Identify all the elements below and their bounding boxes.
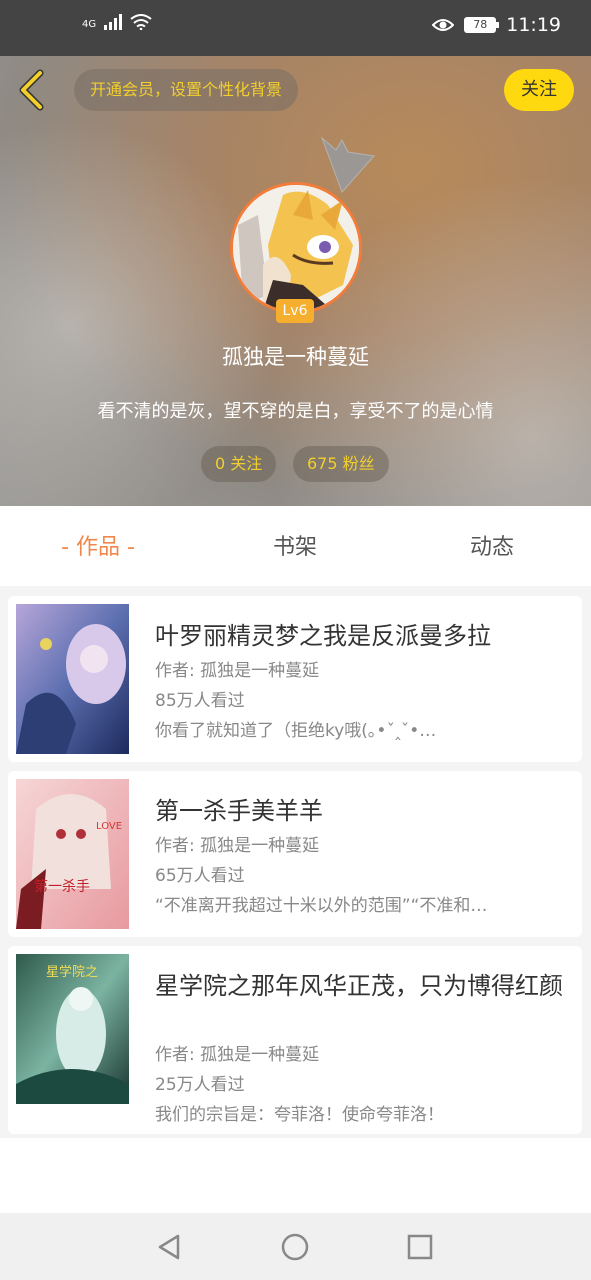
profile-bio: 看不清的是灰，望不穿的是白，享受不了的是心情: [97, 401, 494, 422]
fans-count[interactable]: 675 粉丝: [293, 446, 389, 482]
tab-works[interactable]: - 作品 -: [18, 506, 178, 586]
avatar-image: [233, 185, 359, 311]
book-description: 我们的宗旨是：夸菲洛！使命夸菲洛！: [155, 1105, 444, 1125]
profile-header: 开通会员，设置个性化背景 关注 Lv6 孤独是一种蔓延 看不清的是灰，望不穿的是…: [0, 56, 591, 506]
cover-image: 星学院之: [16, 954, 129, 1104]
book-card[interactable]: 星学院之 星学院之那年风华正茂，只为博得红颜 作者: 孤独是一种蔓延 25万人看…: [8, 946, 582, 1134]
book-views: 65万人看过: [155, 866, 245, 886]
status-bar: 4G 78 11:19: [0, 0, 591, 56]
network-type: 4G: [82, 19, 97, 30]
list-end-spacer: [0, 1138, 591, 1213]
book-views: 85万人看过: [155, 691, 245, 711]
book-card[interactable]: 叶罗丽精灵梦之我是反派曼多拉 作者: 孤独是一种蔓延 85万人看过 你看了就知道…: [8, 596, 582, 762]
avatar[interactable]: [230, 182, 362, 314]
book-author: 作者: 孤独是一种蔓延: [155, 1045, 320, 1065]
tab-bookshelf[interactable]: 书架: [215, 506, 375, 586]
book-description: 你看了就知道了（拒绝ky哦(｡•ˇ‸ˇ•…: [155, 721, 437, 741]
level-badge: Lv6: [276, 299, 314, 323]
book-cover[interactable]: 星学院之: [16, 954, 129, 1104]
home-circle-icon[interactable]: [281, 1233, 309, 1261]
battery-icon: 78: [464, 17, 500, 33]
vip-background-prompt[interactable]: 开通会员，设置个性化背景: [74, 69, 299, 111]
book-cover[interactable]: [16, 604, 129, 754]
follow-button[interactable]: 关注: [504, 69, 574, 111]
book-description: “不准离开我超过十米以外的范围”“不准和…: [155, 896, 488, 916]
book-views: 25万人看过: [155, 1075, 245, 1095]
wifi-icon: [130, 14, 152, 30]
eye-icon: [432, 19, 455, 31]
back-arrow-icon[interactable]: [14, 68, 54, 112]
cover-image: [16, 604, 129, 754]
svg-text:星学院之: 星学院之: [46, 964, 98, 980]
clock: 11:19: [506, 14, 561, 36]
svg-text:第一杀手: 第一杀手: [34, 878, 90, 895]
back-triangle-icon[interactable]: [156, 1233, 182, 1261]
cover-image: 第一杀手 LOVE: [16, 779, 129, 929]
profile-tabs: - 作品 - 书架 动态: [0, 506, 591, 586]
following-count[interactable]: 0 关注: [201, 446, 277, 482]
book-title: 第一杀手美羊羊: [155, 797, 323, 825]
book-title: 星学院之那年风华正茂，只为博得红颜: [155, 972, 563, 1000]
book-title: 叶罗丽精灵梦之我是反派曼多拉: [155, 622, 491, 650]
signal-icon: [104, 14, 123, 30]
book-author: 作者: 孤独是一种蔓延: [155, 836, 320, 856]
svg-text:LOVE: LOVE: [96, 821, 122, 832]
status-right: 78 11:19: [432, 14, 561, 36]
book-card[interactable]: 第一杀手 LOVE 第一杀手美羊羊 作者: 孤独是一种蔓延 65万人看过 “不准…: [8, 771, 582, 937]
book-author: 作者: 孤独是一种蔓延: [155, 661, 320, 681]
book-cover[interactable]: 第一杀手 LOVE: [16, 779, 129, 929]
recents-square-icon[interactable]: [407, 1234, 433, 1260]
signal-group: 4G: [82, 14, 152, 30]
system-nav-bar: [0, 1213, 591, 1280]
tab-activity[interactable]: 动态: [412, 506, 572, 586]
username: 孤独是一种蔓延: [222, 345, 369, 369]
